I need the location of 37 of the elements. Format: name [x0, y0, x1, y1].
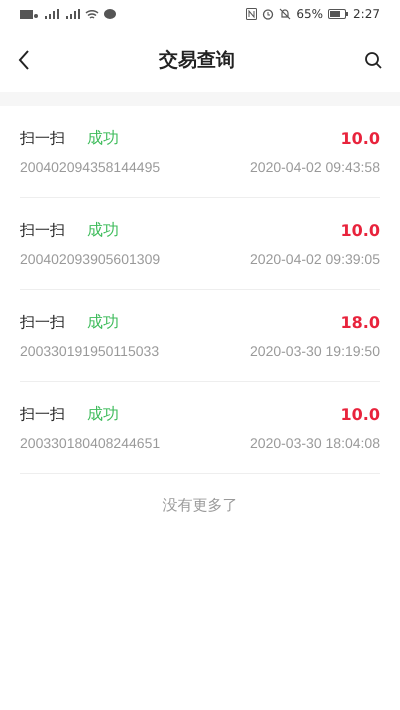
- wifi-icon: [85, 8, 99, 20]
- order-number: 200330191950115033: [20, 343, 160, 359]
- battery-percent: 65%: [296, 7, 324, 21]
- transaction-amount: 10.0: [340, 405, 380, 424]
- transaction-item[interactable]: 扫一扫 成功 10.0 200402093905601309 2020-04-02 09:39:05: [20, 198, 380, 290]
- transaction-status: 成功: [87, 220, 119, 241]
- transaction-time: 2020-04-02 09:39:05: [250, 251, 380, 267]
- order-number: 200402094358144495: [20, 159, 160, 175]
- alarm-icon: [262, 8, 274, 20]
- transaction-item[interactable]: 扫一扫 成功 10.0 200330180408244651 2020-03-30 18:04:08: [20, 382, 380, 474]
- signal-icon: [43, 9, 59, 19]
- transaction-amount: 10.0: [340, 221, 380, 240]
- battery-icon: [328, 9, 348, 19]
- transaction-status: 成功: [87, 404, 119, 425]
- transaction-amount: 18.0: [340, 313, 380, 332]
- transaction-type: 扫一扫: [20, 129, 65, 148]
- page-title: 交易查询: [159, 48, 235, 73]
- back-icon[interactable]: [18, 50, 30, 70]
- transaction-status: 成功: [87, 128, 119, 149]
- transaction-time: 2020-04-02 09:43:58: [250, 159, 380, 175]
- signal-icon: [64, 9, 80, 19]
- mute-icon: [279, 8, 292, 20]
- no-more-text: 没有更多了: [162, 496, 238, 514]
- order-number: 200330180408244651: [20, 435, 160, 451]
- transaction-time: 2020-03-30 18:04:08: [250, 435, 380, 451]
- nfc-icon: [246, 8, 258, 20]
- transaction-type: 扫一扫: [20, 221, 65, 240]
- search-icon[interactable]: [364, 51, 382, 69]
- clock-time: 2:27: [353, 7, 380, 21]
- transaction-type: 扫一扫: [20, 313, 65, 332]
- transaction-type: 扫一扫: [20, 405, 65, 424]
- order-number: 200402093905601309: [20, 251, 160, 267]
- transaction-time: 2020-03-30 19:19:50: [250, 343, 380, 359]
- transaction-amount: 10.0: [340, 129, 380, 148]
- transaction-item[interactable]: 扫一扫 成功 10.0 200402094358144495 2020-04-02 09:43:58: [20, 106, 380, 198]
- transaction-status: 成功: [87, 312, 119, 333]
- transaction-item[interactable]: 扫一扫 成功 18.0 200330191950115033 2020-03-30 19:19:50: [20, 290, 380, 382]
